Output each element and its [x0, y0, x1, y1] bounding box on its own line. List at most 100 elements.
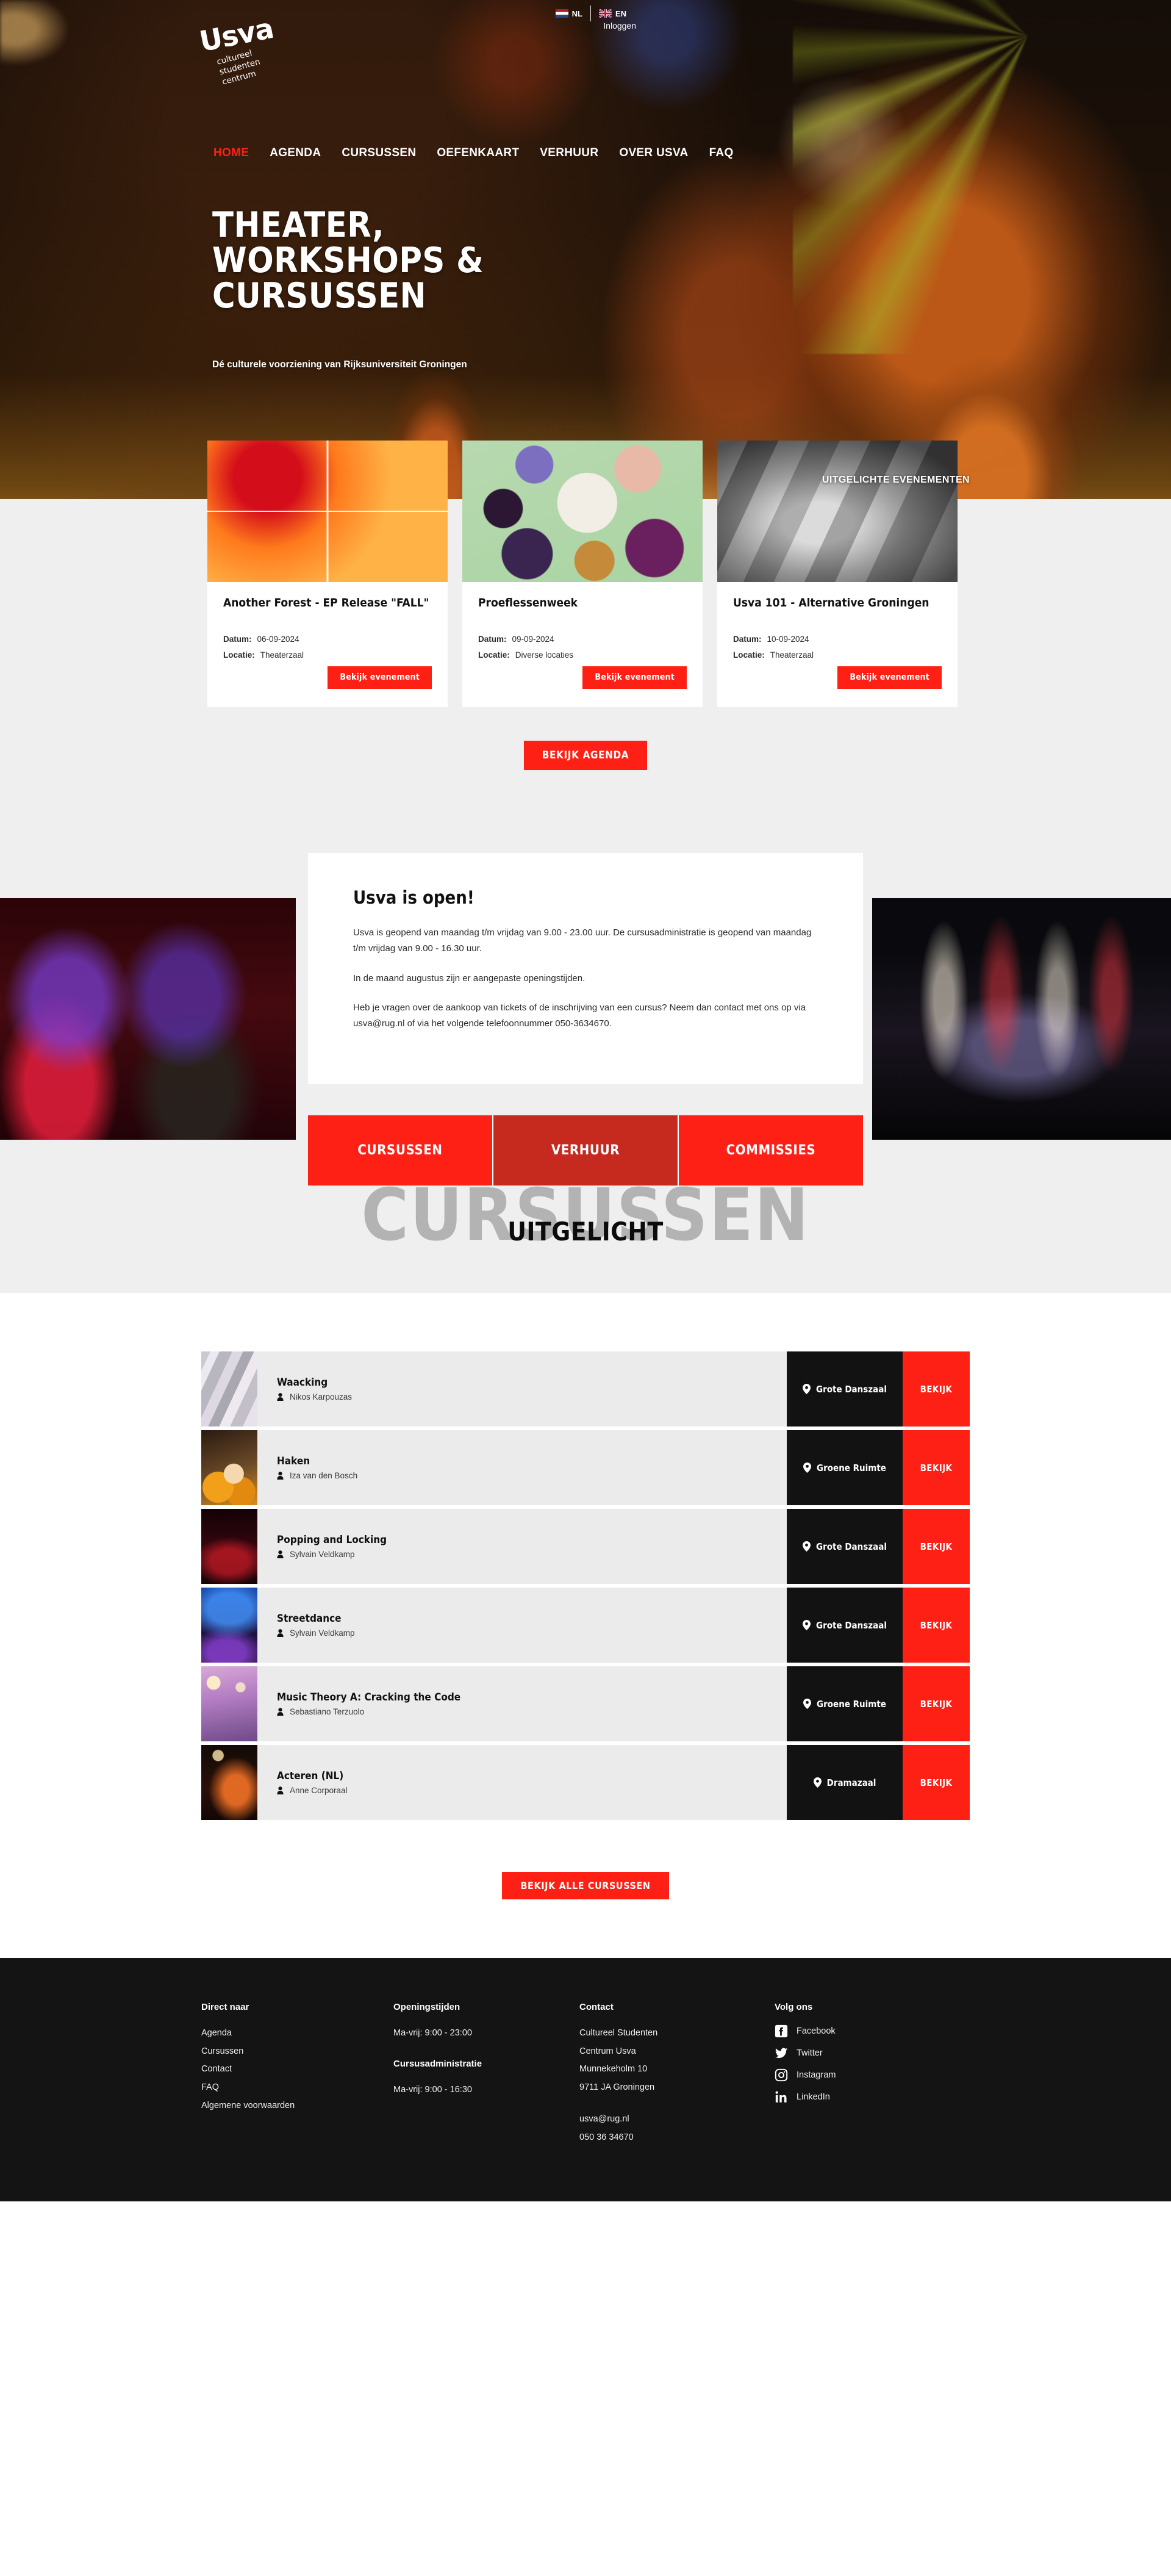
- usva-logo[interactable]: Usva cultureel studenten centrum: [197, 6, 329, 92]
- view-event-button[interactable]: Bekijk evenement: [582, 666, 687, 689]
- nav-item-agenda[interactable]: AGENDA: [259, 146, 331, 160]
- facebook-icon: [775, 2024, 788, 2038]
- footer-address-line4: 9711 JA Groningen: [579, 2082, 655, 2093]
- nav-item-over-usva[interactable]: OVER USVA: [609, 146, 698, 160]
- cta-block-verhuur[interactable]: VERHUUR: [493, 1115, 679, 1185]
- hero-title-line3: CURSUSSEN: [212, 276, 427, 317]
- social-label-facebook: Facebook: [797, 2026, 836, 2036]
- opening-info-paragraph-2: In de maand augustus zijn er aangepaste …: [353, 973, 586, 984]
- view-event-button[interactable]: Bekijk evenement: [837, 666, 942, 689]
- footer-phone: 050 36 34670: [579, 2132, 634, 2142]
- page-root: NL EN Inloggen Usva cultureel studenten: [0, 0, 1171, 2202]
- footer-link-algemene-voorwaarden[interactable]: Algemene voorwaarden: [201, 2097, 393, 2115]
- social-label-twitter: Twitter: [797, 2048, 823, 2058]
- hero-subtitle: Dé culturele voorziening van Rijksuniver…: [212, 359, 467, 370]
- event-location-label: Locatie:: [223, 650, 255, 660]
- nl-flag-icon: [555, 9, 568, 18]
- language-option-nl[interactable]: NL: [548, 9, 590, 18]
- course-view-button[interactable]: BEKIJK: [903, 1430, 970, 1505]
- hero-title-line2: WORKSHOPS &: [212, 240, 484, 281]
- event-date-label: Datum:: [733, 635, 762, 644]
- footer-heading-volg-ons: Volg ons: [775, 2002, 813, 2012]
- course-view-button[interactable]: BEKIJK: [903, 1351, 970, 1427]
- course-thumbnail: [201, 1588, 257, 1663]
- course-view-button[interactable]: BEKIJK: [903, 1588, 970, 1663]
- language-option-en[interactable]: EN: [591, 9, 634, 18]
- course-title: Popping and Locking: [277, 1534, 387, 1546]
- social-link-instagram[interactable]: Instagram: [775, 2068, 970, 2082]
- event-title: Proeflessenweek: [478, 596, 578, 610]
- course-teacher: Iza van den Bosch: [290, 1471, 358, 1480]
- event-date-label: Datum:: [223, 635, 252, 644]
- linkedin-icon: [775, 2091, 787, 2103]
- course-row[interactable]: Acteren (NL) Anne Corporaal Dramazaal BE…: [201, 1745, 970, 1820]
- nav-item-cursussen[interactable]: CURSUSSEN: [331, 146, 426, 160]
- course-title: Waacking: [277, 1376, 328, 1389]
- nav-item-home[interactable]: HOME: [213, 146, 259, 160]
- course-location: Grote Danszaal: [787, 1351, 903, 1427]
- palm-plant-decoration: [793, 0, 1171, 354]
- location-pin-icon: [813, 1777, 822, 1788]
- event-thumbnail: [207, 441, 448, 582]
- footer-hours-admin: Ma-vrij: 9:00 - 16:30: [393, 2084, 472, 2095]
- opening-info-paragraph-3: Heb je vragen over de aankoop van ticket…: [353, 1002, 806, 1029]
- social-link-linkedin[interactable]: LinkedIn: [775, 2090, 970, 2104]
- course-thumbnail: [201, 1351, 257, 1427]
- footer-hours-general: Ma-vrij: 9:00 - 23:00: [393, 2028, 472, 2038]
- social-link-twitter[interactable]: Twitter: [775, 2046, 970, 2060]
- social-label-linkedin: LinkedIn: [797, 2092, 830, 2102]
- course-location: Groene Ruimte: [787, 1430, 903, 1505]
- course-view-button[interactable]: BEKIJK: [903, 1745, 970, 1820]
- event-card[interactable]: Another Forest - EP Release "FALL" Datum…: [207, 441, 448, 707]
- nav-item-verhuur[interactable]: VERHUUR: [529, 146, 609, 160]
- course-location: Grote Danszaal: [787, 1509, 903, 1584]
- course-location-label: Grote Danszaal: [816, 1383, 887, 1395]
- course-teacher: Anne Corporaal: [290, 1786, 348, 1795]
- course-view-button[interactable]: BEKIJK: [903, 1509, 970, 1584]
- footer-link-faq[interactable]: FAQ: [201, 2079, 393, 2097]
- footer-link-cursussen[interactable]: Cursussen: [201, 2043, 393, 2061]
- location-pin-icon: [803, 1699, 812, 1709]
- course-title: Haken: [277, 1455, 310, 1467]
- course-row[interactable]: Popping and Locking Sylvain Veldkamp Gro…: [201, 1509, 970, 1584]
- language-label-en: EN: [615, 9, 626, 18]
- view-all-courses-button[interactable]: BEKIJK ALLE CURSUSSEN: [502, 1872, 669, 1899]
- hero-title-line1: THEATER,: [212, 205, 385, 245]
- course-title: Streetdance: [277, 1613, 342, 1625]
- event-date-value: 10-09-2024: [767, 635, 809, 644]
- nav-item-oefenkaart[interactable]: OEFENKAART: [426, 146, 529, 160]
- twitter-icon: [775, 2048, 788, 2058]
- footer-link-agenda[interactable]: Agenda: [201, 2024, 393, 2043]
- language-label-nl: NL: [571, 9, 582, 18]
- course-view-button[interactable]: BEKIJK: [903, 1666, 970, 1741]
- course-row[interactable]: Streetdance Sylvain Veldkamp Grote Dansz…: [201, 1588, 970, 1663]
- event-thumbnail: [717, 441, 958, 582]
- course-title: Music Theory A: Cracking the Code: [277, 1691, 461, 1704]
- footer-heading-cursusadministratie: Cursusadministratie: [393, 2058, 482, 2069]
- nav-item-faq[interactable]: FAQ: [699, 146, 744, 160]
- course-thumbnail: [201, 1509, 257, 1584]
- main-navigation: HOME AGENDA CURSUSSEN OEFENKAART VERHUUR…: [213, 146, 744, 160]
- instagram-icon: [775, 2068, 788, 2082]
- view-agenda-button[interactable]: BEKIJK AGENDA: [523, 741, 648, 770]
- footer-address-line3: Munnekeholm 10: [579, 2064, 648, 2074]
- courses-list-section: Waacking Nikos Karpouzas Grote Danszaal …: [0, 1293, 1171, 1820]
- location-pin-icon: [803, 1620, 811, 1630]
- view-event-button[interactable]: Bekijk evenement: [328, 666, 432, 689]
- cta-block-cursussen[interactable]: CURSUSSEN: [308, 1115, 493, 1185]
- course-row[interactable]: Waacking Nikos Karpouzas Grote Danszaal …: [201, 1351, 970, 1427]
- course-row[interactable]: Music Theory A: Cracking the Code Sebast…: [201, 1666, 970, 1741]
- agenda-button-row: BEKIJK AGENDA: [0, 741, 1171, 770]
- footer-link-contact[interactable]: Contact: [201, 2060, 393, 2079]
- event-card[interactable]: Proeflessenweek Datum: 09-09-2024 Locatie…: [462, 441, 703, 707]
- social-label-instagram: Instagram: [797, 2070, 836, 2080]
- footer-address-line2: Centrum Usva: [579, 2046, 636, 2056]
- course-row[interactable]: Haken Iza van den Bosch Groene Ruimte BE…: [201, 1430, 970, 1505]
- social-link-facebook[interactable]: Facebook: [775, 2024, 970, 2038]
- language-divider: [590, 5, 591, 21]
- course-title: Acteren (NL): [277, 1770, 344, 1782]
- cta-block-commissies[interactable]: COMMISSIES: [679, 1115, 863, 1185]
- login-link[interactable]: Inloggen: [603, 21, 636, 31]
- event-location-value: Diverse locaties: [515, 650, 574, 660]
- footer-email-link[interactable]: usva@rug.nl: [579, 2110, 775, 2129]
